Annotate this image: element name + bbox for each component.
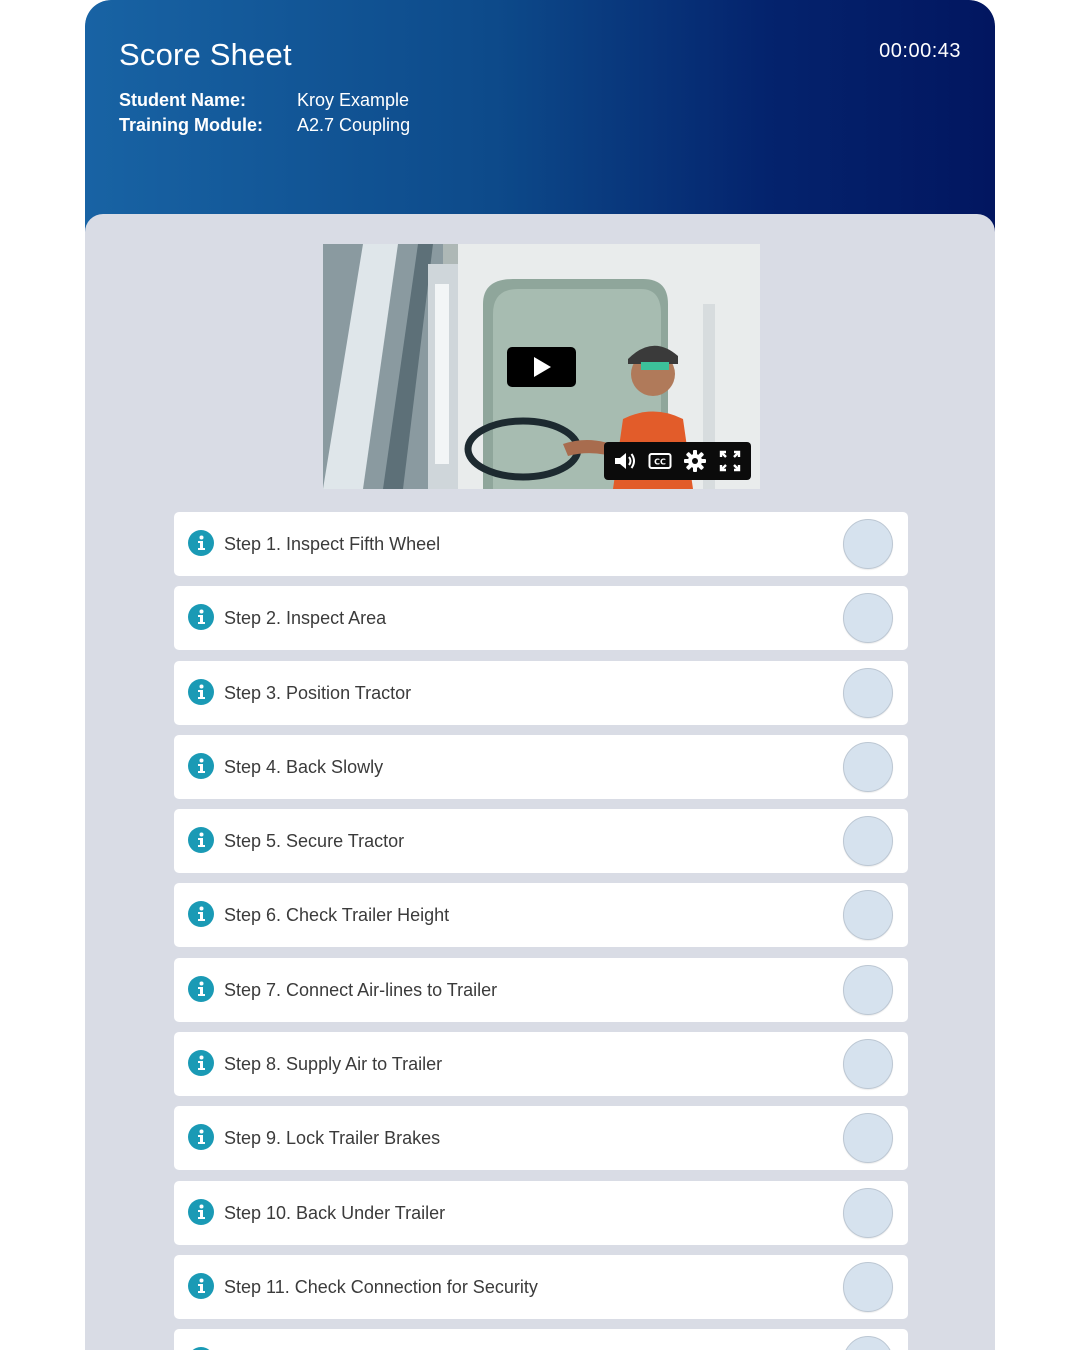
- step-check-circle[interactable]: [843, 890, 893, 941]
- step-row-5: Step 5. Secure Tractor: [174, 809, 908, 874]
- step-label: Step 6. Check Trailer Height: [224, 905, 450, 926]
- step-check-circle[interactable]: [843, 1039, 893, 1090]
- training-module-row: Training Module: A2.7 Coupling: [119, 113, 410, 138]
- step-row-8: Step 8. Supply Air to Trailer: [174, 1032, 908, 1097]
- fullscreen-icon: [719, 450, 740, 472]
- step-row-1: Step 1. Inspect Fifth Wheel: [174, 512, 908, 576]
- settings-gear-icon: [683, 450, 706, 472]
- student-name-row: Student Name: Kroy Example: [119, 88, 410, 113]
- volume-button[interactable]: [612, 448, 638, 474]
- info-icon[interactable]: [188, 1272, 214, 1299]
- step-row-6: Step 6. Check Trailer Height: [174, 883, 908, 948]
- training-module-label: Training Module:: [119, 115, 263, 135]
- info-icon[interactable]: [188, 1124, 214, 1151]
- step-row-2: Step 2. Inspect Area: [174, 586, 908, 651]
- step-check-circle[interactable]: [843, 1261, 893, 1312]
- info-icon[interactable]: [188, 530, 214, 556]
- info-icon[interactable]: [188, 678, 214, 705]
- page-title: Score Sheet: [119, 37, 292, 72]
- video-player[interactable]: CC: [323, 244, 760, 489]
- step-label: Step 8. Supply Air to Trailer: [224, 1054, 443, 1075]
- student-name-label: Student Name:: [119, 90, 247, 110]
- step-check-circle[interactable]: [843, 667, 893, 718]
- info-icon[interactable]: [188, 975, 214, 1002]
- step-label: Step 11. Check Connection for Security: [224, 1276, 538, 1297]
- step-check-circle[interactable]: [843, 816, 893, 867]
- play-button[interactable]: [507, 347, 576, 387]
- step-row-4: Step 4. Back Slowly: [174, 734, 908, 799]
- step-row-12: [174, 1329, 908, 1350]
- step-row-10: Step 10. Back Under Trailer: [174, 1180, 908, 1245]
- captions-button[interactable]: CC: [647, 448, 673, 474]
- info-icon[interactable]: [188, 901, 214, 928]
- info-icon[interactable]: [188, 1198, 214, 1225]
- training-module-value: A2.7 Coupling: [297, 115, 411, 135]
- closed-captions-icon: CC: [648, 453, 672, 469]
- step-label: Step 1. Inspect Fifth Wheel: [224, 534, 441, 554]
- step-check-circle[interactable]: [843, 593, 893, 644]
- header-info: Score Sheet Student Name: Kroy Example T…: [119, 36, 410, 138]
- step-list: Step 1. Inspect Fifth Wheel Step 2. Insp…: [174, 512, 908, 1350]
- step-row-9: Step 9. Lock Trailer Brakes: [174, 1106, 908, 1171]
- score-sheet-card: Score Sheet Student Name: Kroy Example T…: [85, 0, 995, 1350]
- step-row-7: Step 7. Connect Air-lines to Trailer: [174, 957, 908, 1022]
- step-row-11: Step 11. Check Connection for Security: [174, 1254, 908, 1319]
- video-controls-bar: CC: [604, 442, 751, 480]
- volume-icon: [615, 453, 636, 469]
- elapsed-timer: 00:00:43: [879, 40, 961, 62]
- play-icon: [533, 357, 551, 377]
- step-label: Step 5. Secure Tractor: [224, 831, 405, 852]
- step-label: Step 10. Back Under Trailer: [224, 1202, 446, 1223]
- fullscreen-button[interactable]: [717, 448, 743, 474]
- step-check-circle[interactable]: [843, 741, 893, 792]
- step-row-3: Step 3. Position Tractor: [174, 660, 908, 725]
- score-sheet-content: CC Step 1. Inspect Fifth Wheel Step 2. I…: [85, 214, 995, 1350]
- info-icon[interactable]: [188, 1050, 214, 1077]
- step-check-circle[interactable]: [843, 1113, 893, 1164]
- score-sheet-header: Score Sheet Student Name: Kroy Example T…: [85, 0, 995, 234]
- info-icon[interactable]: [188, 827, 214, 854]
- step-label: Step 7. Connect Air-lines to Trailer: [224, 979, 498, 1000]
- step-label: Step 9. Lock Trailer Brakes: [224, 1128, 441, 1149]
- step-label: Step 2. Inspect Area: [224, 608, 387, 629]
- step-check-circle[interactable]: [843, 519, 893, 569]
- step-label: Step 4. Back Slowly: [224, 756, 384, 777]
- step-check-circle[interactable]: [843, 1187, 893, 1238]
- info-icon[interactable]: [188, 752, 214, 779]
- step-check-circle[interactable]: [843, 964, 893, 1015]
- info-icon[interactable]: [188, 604, 214, 631]
- captions-text: CC: [654, 458, 666, 467]
- step-label: Step 3. Position Tractor: [224, 682, 412, 703]
- step-check-circle[interactable]: [843, 1336, 893, 1350]
- settings-button[interactable]: [682, 448, 708, 474]
- student-name-value: Kroy Example: [297, 90, 410, 110]
